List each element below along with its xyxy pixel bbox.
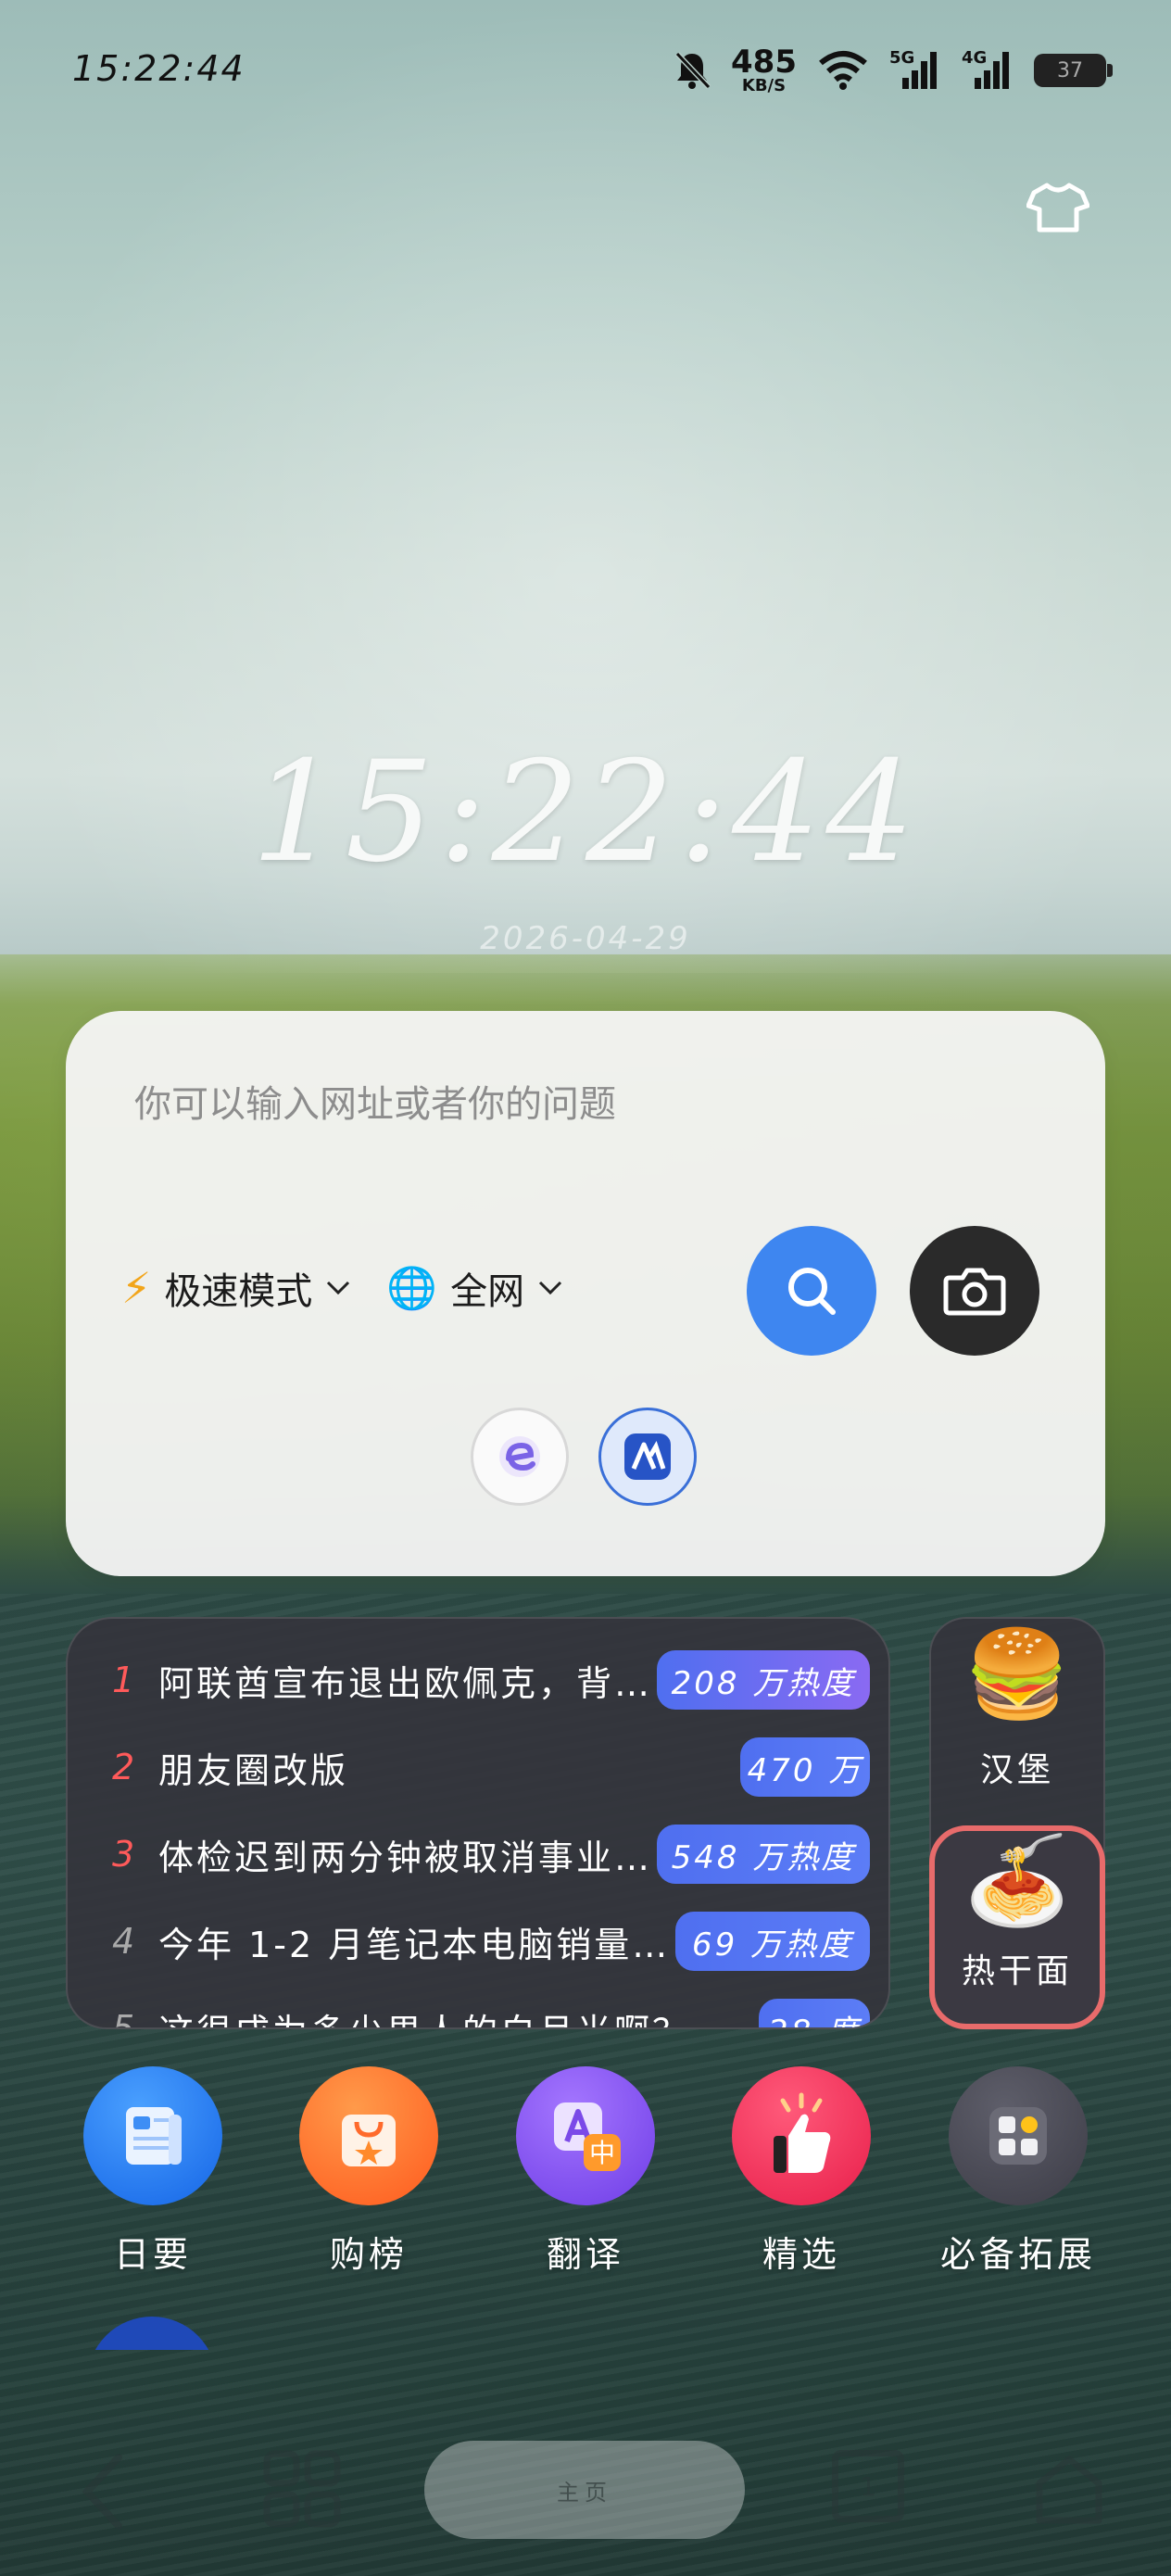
battery-level: 37 [1057,58,1083,82]
hot-rank: 3 [112,1834,135,1875]
scope-selector[interactable]: 🌐 全网 [386,1261,563,1315]
wifi-icon [819,51,867,90]
app-shopping-rank[interactable]: 购榜 [276,2066,461,2277]
hamburger-icon: 🍔 [963,1624,1071,1724]
scope-label: 全网 [450,1270,525,1313]
search-options: ⚡ 极速模式 🌐 全网 [121,1261,563,1315]
hot-list-item[interactable]: 5 这很成为多少男人的白月光啊？ 28 度 [68,1985,888,2029]
extensions-icon [949,2066,1088,2205]
app-extensions[interactable]: 必备拓展 [925,2066,1111,2277]
noodles-icon: 🍝 [963,1831,1071,1930]
thumbs-up-icon [732,2066,871,2205]
globe-icon: 🌐 [386,1265,438,1312]
hot-list-item[interactable]: 4 今年 1-2 月笔记本电脑销量… 69 万热度 [68,1898,888,1985]
food-item-noodles[interactable]: 🍝 热干面 [929,1825,1105,2029]
chevron-down-icon [327,1281,350,1295]
food-item-hamburger[interactable]: 🍔 汉堡 [931,1632,1103,1791]
heat-badge: 548 万热度 [657,1825,870,1884]
shopping-bag-glyph [342,2115,396,2166]
hot-list-item[interactable]: 1 阿联酋宣布退出欧佩克，背… 208 万热度 [68,1636,888,1724]
net-speed-value: 485 [731,44,797,81]
status-bar: 15:22:44 485 KB/S 5G 4G 37 [0,0,1171,139]
thumbs-up-glyph [774,2092,831,2173]
browser-e-app[interactable] [471,1408,569,1506]
hot-rank: 5 [112,2008,135,2029]
ai-assistant-app[interactable] [598,1408,697,1506]
tab-count: 1 [860,2470,876,2502]
status-icons: 485 KB/S 5G 4G 37 [674,43,1113,98]
mode-selector[interactable]: ⚡ 极速模式 [121,1261,351,1315]
home-label: 主页 [557,2479,612,2506]
hot-list-item[interactable]: 3 体检迟到两分钟被取消事业… 548 万热度 [68,1811,888,1898]
search-input[interactable] [132,1076,970,1133]
app-label: 精选 [762,2234,840,2275]
heat-badge: 69 万热度 [675,1912,870,1971]
battery-icon: 37 [1034,54,1113,87]
search-button[interactable] [747,1226,876,1356]
food-label: 汉堡 [979,1751,1054,1789]
ai-logo-icon [624,1433,671,1480]
signal-4g: 4G [962,48,1014,91]
search-card: ⚡ 极速模式 🌐 全网 [66,1011,1105,1576]
app-daily-news[interactable]: 日要 [60,2066,246,2277]
app-label: 翻译 [546,2234,624,2275]
mode-label: 极速模式 [164,1270,313,1313]
hot-title: 今年 1-2 月笔记本电脑销量… [158,1924,671,1965]
app-label: 日要 [113,2234,192,2275]
net-speed-unit: KB/S [741,76,787,95]
shopping-bag-icon [299,2066,438,2205]
profile-home-icon[interactable] [1030,2450,1108,2528]
hot-list-card: 1 阿联酋宣布退出欧佩克，背… 208 万热度 2 朋友圈改版 470 万 3 … [66,1617,890,2029]
extensions-glyph [989,2107,1047,2165]
hot-title: 阿联酋宣布退出欧佩克，背… [158,1662,653,1704]
app-label: 必备拓展 [939,2234,1096,2275]
search-icon [788,1268,836,1315]
translate-icon: 中 [516,2066,655,2205]
signal-5g: 5G [889,48,941,91]
signal-bars-icon [902,52,937,89]
hot-title: 这很成为多少男人的白月光啊？ [158,2003,690,2028]
bottom-nav: 主页 1 [0,2428,1171,2548]
status-time: 15:22:44 [72,48,246,89]
lightning-icon: ⚡ [121,1263,152,1313]
home-button[interactable]: 主页 [424,2441,745,2539]
tabs-button[interactable]: 1 [832,2450,904,2522]
hot-list-item[interactable]: 2 朋友圈改版 470 万 [68,1724,888,1811]
translate-glyph: 中 [554,2102,621,2171]
app-featured[interactable]: 精选 [709,2066,894,2277]
news-icon [83,2066,222,2205]
hot-rank: 4 [112,1921,135,1962]
heat-badge: 470 万 [740,1737,870,1797]
heat-badge: 208 万热度 [657,1650,870,1710]
news-glyph [126,2107,182,2165]
signal-bars-icon [975,52,1009,89]
grid-menu-icon[interactable] [263,2450,341,2528]
app-translate[interactable]: 中 翻译 [493,2066,678,2277]
tshirt-icon[interactable] [1026,182,1089,234]
chevron-down-icon [539,1281,562,1295]
app-shortcuts: 日要 购榜 中 翻译 精选 必备拓展 [0,2066,1171,2289]
heat-badge: 28 度 [759,1999,870,2027]
bell-muted-icon [674,51,711,90]
camera-icon [943,1268,1006,1316]
partial-app-icon[interactable] [87,2317,217,2350]
hot-title: 体检迟到两分钟被取消事业… [158,1837,653,1878]
hot-rank: 1 [112,1660,135,1700]
net-speed: 485 KB/S [731,46,797,95]
browser-e-icon [499,1436,540,1477]
food-label: 热干面 [961,1952,1073,1990]
big-clock: 15:22:44 [251,732,920,893]
big-date: 2026-04-29 [480,920,691,957]
app-label: 购榜 [329,2234,408,2275]
hot-rank: 2 [112,1747,135,1787]
back-arrow-icon[interactable] [76,2450,132,2533]
hot-title: 朋友圈改版 [158,1749,349,1791]
camera-button[interactable] [910,1226,1039,1356]
svg-text:中: 中 [589,2138,615,2168]
